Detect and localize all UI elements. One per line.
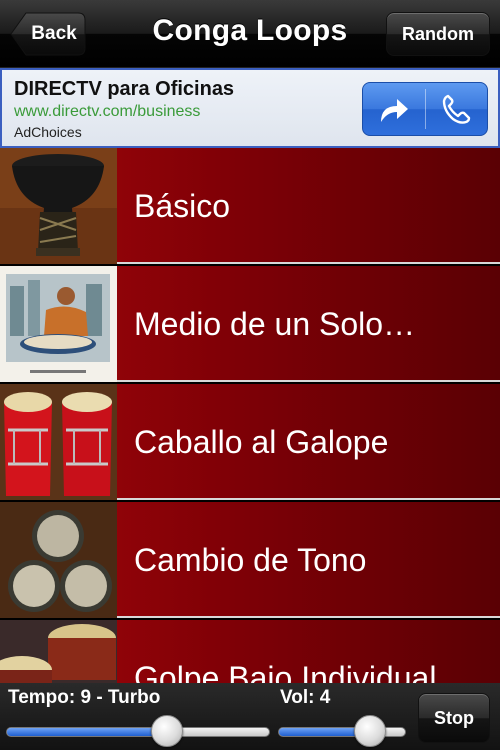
ad-action-buttons xyxy=(362,82,488,136)
ad-share-button[interactable] xyxy=(363,83,425,135)
conga-player-illustration-thumbnail xyxy=(0,266,117,382)
ad-banner[interactable]: DIRECTV para Oficinas www.directv.com/bu… xyxy=(0,68,500,148)
volume-slider[interactable] xyxy=(278,727,406,737)
loop-label: Golpe Bajo Individual xyxy=(134,660,437,683)
list-item[interactable]: Cambio de Tono xyxy=(0,502,500,618)
list-item[interactable]: Golpe Bajo Individual xyxy=(0,620,500,683)
djembe-thumbnail xyxy=(0,148,117,264)
conga-drum-tops-thumbnail xyxy=(0,502,117,618)
conga-closeup-thumbnail xyxy=(0,620,117,683)
loop-label: Medio de un Solo… xyxy=(134,306,416,342)
tempo-slider-fill xyxy=(7,728,167,736)
volume-slider-thumb[interactable] xyxy=(354,715,387,747)
ad-title[interactable]: DIRECTV para Oficinas xyxy=(14,78,234,101)
ad-choices-link[interactable]: AdChoices xyxy=(14,124,82,140)
ad-url[interactable]: www.directv.com/business xyxy=(14,103,200,121)
navigation-bar: Back Conga Loops Random xyxy=(0,0,500,68)
loop-list[interactable]: Básico Medio de un Solo… Caballo al Galo… xyxy=(0,148,500,683)
loop-label: Cambio de Tono xyxy=(134,542,367,578)
share-arrow-icon xyxy=(380,99,408,122)
volume-label: Vol: 4 xyxy=(280,687,331,708)
stop-button[interactable]: Stop xyxy=(418,693,490,743)
loop-label: Básico xyxy=(134,188,231,224)
tempo-label: Tempo: 9 - Turbo xyxy=(8,687,161,708)
playback-controls: Tempo: 9 - Turbo Vol: 4 Stop xyxy=(0,683,500,750)
list-item[interactable]: Medio de un Solo… xyxy=(0,266,500,382)
ad-call-button[interactable] xyxy=(426,83,488,135)
phone-icon xyxy=(443,94,471,124)
loop-label: Caballo al Galope xyxy=(134,424,389,460)
tempo-slider[interactable] xyxy=(6,727,270,737)
list-item[interactable]: Básico xyxy=(0,148,500,264)
tempo-slider-thumb[interactable] xyxy=(151,715,184,747)
red-conga-thumbnail xyxy=(0,384,117,500)
list-item[interactable]: Caballo al Galope xyxy=(0,384,500,500)
random-button[interactable]: Random xyxy=(386,12,490,56)
